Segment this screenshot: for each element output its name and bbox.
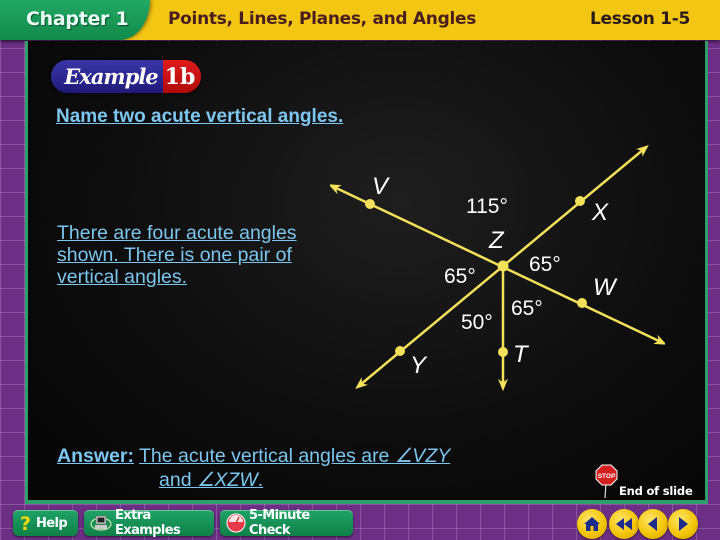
chapter-label: Chapter 1 [26, 8, 129, 30]
header-bar: Chapter 1 Points, Lines, Planes, and Ang… [0, 0, 720, 40]
five-minute-check-label: 5-Minute Check [249, 508, 310, 538]
help-label: Help [36, 515, 68, 531]
five-minute-check-button[interactable]: 5-Minute Check [220, 508, 353, 538]
answer-angle-1: ∠VZY [394, 445, 451, 467]
point-Y [395, 346, 405, 356]
answer-end: . [257, 469, 264, 491]
explanation-text: There are four acute angles shown. There… [57, 222, 297, 288]
svg-text:STOP: STOP [598, 473, 616, 480]
example-word: Example [51, 60, 163, 93]
answer-text-main: The acute vertical angles are [139, 445, 395, 467]
answer-block: Answer: The acute vertical angles are ∠V… [57, 444, 577, 492]
point-W [577, 298, 587, 308]
answer-label: Answer: [57, 445, 134, 467]
example-number: 1b [163, 60, 201, 93]
rewind-icon [616, 518, 632, 530]
question-mark-icon: ? [19, 513, 33, 533]
chapter-tab: Chapter 1 [0, 0, 150, 40]
svg-text:?: ? [20, 513, 30, 533]
label-V: V [372, 173, 390, 200]
help-button[interactable]: ? Help [13, 510, 78, 536]
label-W: W [593, 274, 618, 301]
answer-line-2: and ∠XZW. [57, 468, 577, 492]
point-X [575, 196, 585, 206]
next-icon [679, 517, 688, 531]
end-of-slide-marker: STOP End of slide [595, 463, 695, 499]
angle-diagram: V X Z W Y T 115° 65° 65° 50° 65° [330, 145, 665, 392]
angle-label-TZW: 65° [511, 297, 543, 320]
extra-examples-label: Extra Examples [115, 508, 181, 538]
lesson-title: Points, Lines, Planes, and Angles [168, 9, 477, 29]
stop-sign-icon: STOP [595, 464, 618, 499]
first-slide-button[interactable] [609, 509, 639, 539]
angle-label-VZX: 115° [466, 195, 508, 218]
home-button[interactable] [577, 509, 607, 539]
angle-label-VZY: 65° [444, 265, 476, 288]
next-slide-button[interactable] [668, 509, 698, 539]
point-V [365, 199, 375, 209]
home-icon [584, 517, 600, 531]
angle-label-YZT: 50° [461, 311, 493, 334]
point-T [498, 347, 508, 357]
lesson-number: Lesson 1-5 [589, 9, 690, 29]
answer-text: The acute vertical angles are ∠VZY [139, 445, 450, 467]
question-text: Name two acute vertical angles. [56, 106, 344, 127]
extra-examples-button[interactable]: Extra Examples [84, 508, 214, 538]
end-of-slide-label: End of slide [619, 484, 693, 498]
label-Y: Y [410, 352, 428, 379]
angle-label-XZW: 65° [529, 253, 561, 276]
point-Z [497, 260, 509, 272]
label-Z: Z [488, 227, 505, 254]
example-badge: Example 1b [51, 60, 201, 93]
label-T: T [513, 341, 530, 368]
answer-angle-2: ∠XZW [196, 469, 258, 491]
previous-icon [648, 517, 657, 531]
computer-icon [90, 514, 112, 532]
answer-connector: and [159, 469, 197, 491]
label-X: X [591, 199, 609, 226]
previous-slide-button[interactable] [638, 509, 668, 539]
timer-icon [226, 513, 246, 533]
